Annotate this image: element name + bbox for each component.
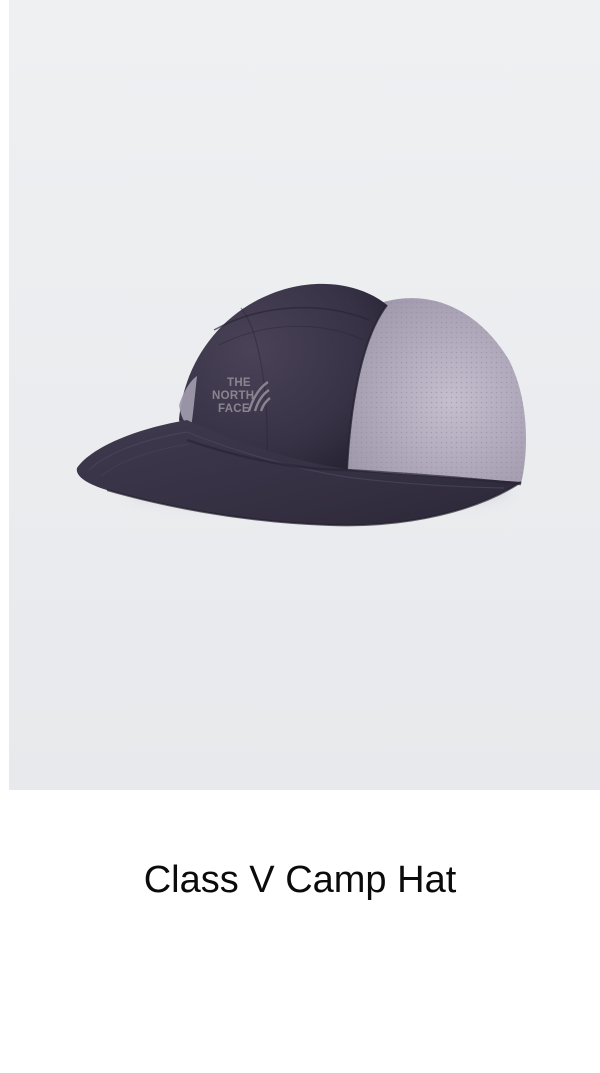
camp-hat-illustration: THE NORTH FACE bbox=[9, 0, 600, 790]
svg-text:FACE: FACE bbox=[218, 403, 250, 415]
product-title[interactable]: Class V Camp Hat bbox=[0, 855, 600, 905]
product-image[interactable]: THE NORTH FACE bbox=[9, 0, 600, 790]
product-card[interactable]: THE NORTH FACE Class V Camp Hat bbox=[0, 0, 600, 1073]
svg-text:NORTH: NORTH bbox=[212, 390, 254, 402]
svg-text:THE: THE bbox=[227, 377, 251, 389]
